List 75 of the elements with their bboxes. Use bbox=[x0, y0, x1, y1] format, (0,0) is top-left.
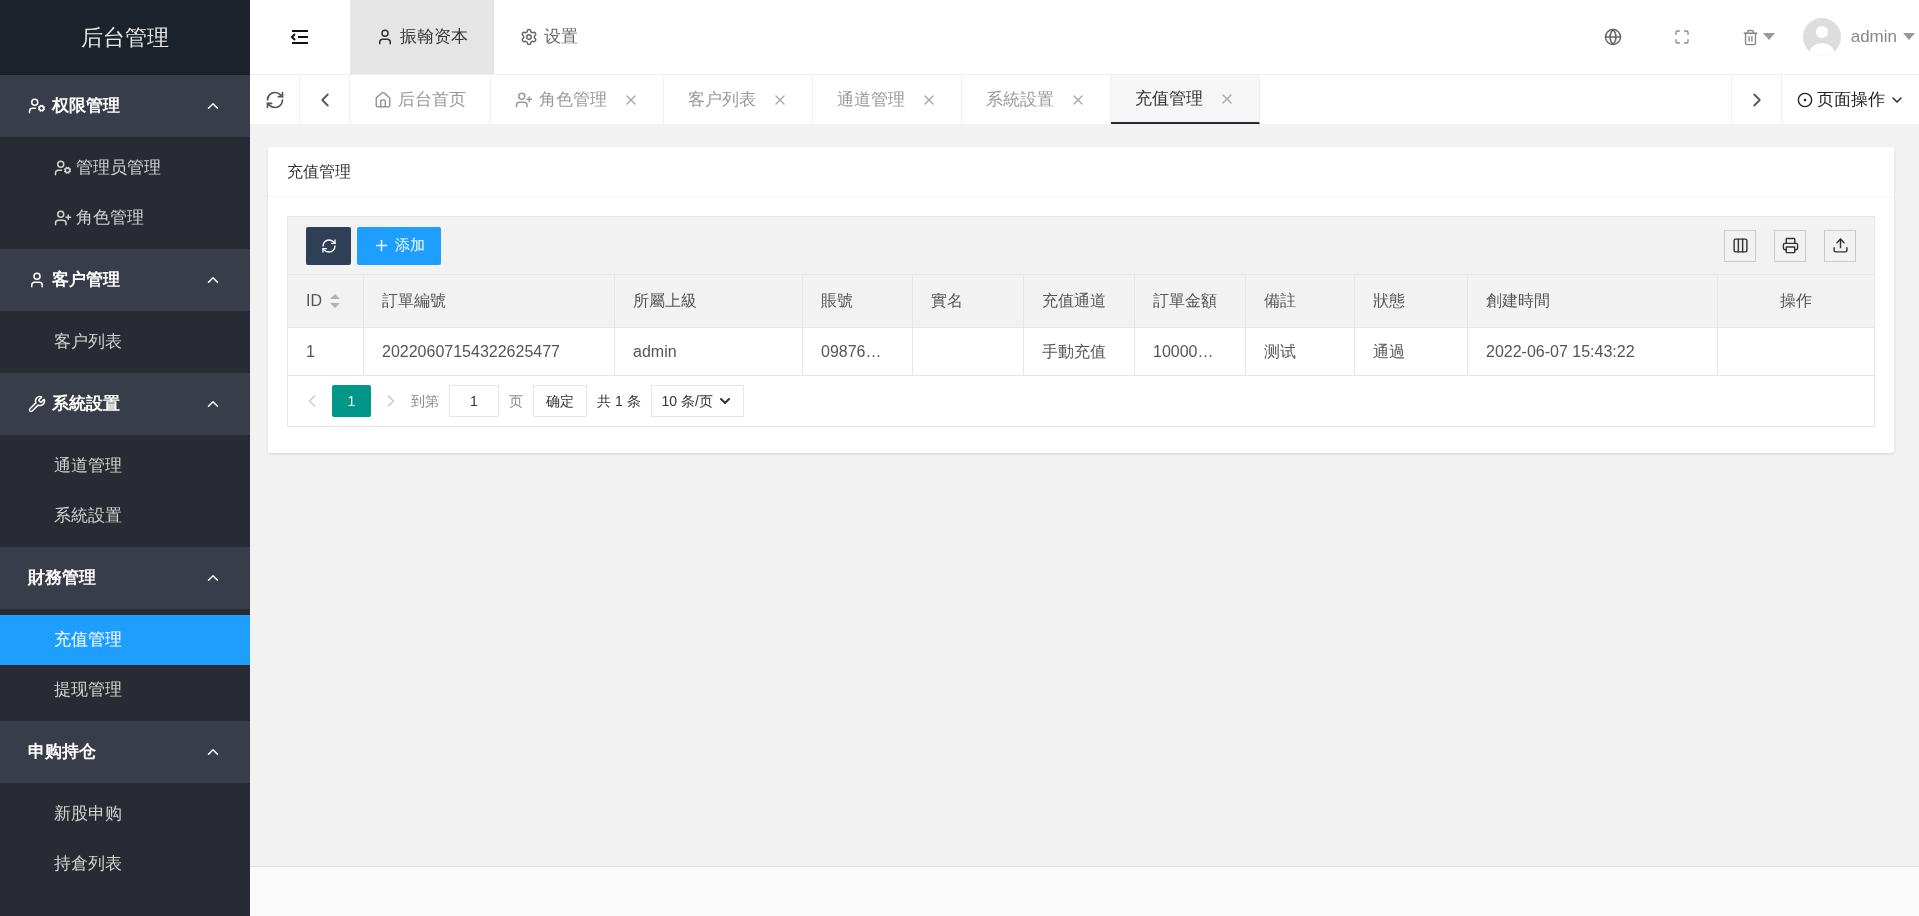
page-input[interactable]: 1 bbox=[449, 385, 499, 417]
page-unit: 页 bbox=[509, 391, 523, 411]
table-cell: admin bbox=[615, 328, 803, 375]
refresh-icon bbox=[320, 237, 337, 254]
column-header: 操作 bbox=[1779, 291, 1813, 311]
print-button[interactable] bbox=[1774, 229, 1806, 262]
globe-icon[interactable] bbox=[1603, 28, 1622, 46]
page-number[interactable]: 1 bbox=[332, 385, 371, 417]
radio-dot-icon bbox=[1796, 91, 1813, 108]
sidebar-group[interactable]: 系統設置 bbox=[0, 373, 250, 435]
columns-icon bbox=[1731, 237, 1749, 254]
caret-icon bbox=[1903, 33, 1915, 41]
table-cell: 09876… bbox=[803, 328, 913, 375]
sidebar-item[interactable]: 系統設置 bbox=[0, 491, 250, 541]
printer-icon bbox=[1781, 237, 1799, 254]
card-title: 充值管理 bbox=[268, 147, 1894, 197]
sidebar-group[interactable]: 申购持仓 bbox=[0, 721, 250, 783]
avatar[interactable] bbox=[1802, 18, 1841, 56]
header-nav-item[interactable]: 振翰资本 bbox=[350, 0, 494, 74]
column-header: ID bbox=[288, 275, 364, 327]
table-cell: 1 bbox=[288, 328, 364, 375]
column-header: 賬號 bbox=[803, 275, 913, 327]
confirm-button[interactable]: 确定 bbox=[533, 385, 587, 417]
user-icon bbox=[376, 28, 394, 46]
columns-button[interactable] bbox=[1724, 229, 1756, 262]
home-icon bbox=[374, 90, 392, 109]
table-cell: 测试 bbox=[1246, 328, 1355, 375]
header-nav-item[interactable]: 设置 bbox=[494, 0, 604, 74]
export-button[interactable] bbox=[1824, 229, 1856, 262]
refresh-button[interactable] bbox=[306, 226, 351, 265]
sidebar-item[interactable]: 管理员管理 bbox=[0, 143, 250, 193]
plus-icon bbox=[373, 237, 390, 254]
column-header: 備註 bbox=[1246, 275, 1355, 327]
column-header: 所屬上級 bbox=[615, 275, 803, 327]
column-header: 訂單編號 bbox=[364, 275, 615, 327]
table-cell: 2022-06-07 15:43:22 bbox=[1468, 328, 1718, 375]
sidebar-item[interactable]: 持倉列表 bbox=[0, 839, 250, 889]
total-count: 共 1 条 bbox=[597, 391, 641, 411]
sidebar-item[interactable]: 客户列表 bbox=[0, 317, 250, 367]
column-header: 實名 bbox=[913, 275, 1024, 327]
page-size-select[interactable]: 10 条/页 bbox=[650, 385, 744, 417]
collapse-menu-icon bbox=[290, 29, 310, 45]
column-header: 創建時間 bbox=[1468, 275, 1718, 327]
goto-label: 到第 bbox=[411, 391, 439, 411]
sort-icon[interactable] bbox=[330, 294, 340, 308]
sidebar-item[interactable]: 通道管理 bbox=[0, 441, 250, 491]
column-header: 充值通道 bbox=[1024, 275, 1135, 327]
wrench-icon bbox=[28, 395, 46, 413]
table-cell: 10000… bbox=[1135, 328, 1246, 375]
upload-icon bbox=[1831, 237, 1849, 254]
table-cell: 手動充值 bbox=[1024, 328, 1135, 375]
user-gear-icon bbox=[28, 97, 46, 115]
refresh-icon bbox=[264, 89, 285, 110]
app-title: 后台管理 bbox=[0, 0, 250, 75]
table-cell: 20220607154322625477 bbox=[364, 328, 615, 375]
user-plus-icon bbox=[54, 209, 72, 227]
table-cell: 通過 bbox=[1355, 328, 1468, 375]
column-header: 訂單金額 bbox=[1135, 275, 1246, 327]
settings-icon bbox=[520, 28, 538, 46]
trash-icon[interactable] bbox=[1741, 28, 1759, 46]
caret-icon bbox=[1762, 33, 1775, 41]
page-tab[interactable]: 充值管理 bbox=[1111, 75, 1260, 124]
sidebar-item[interactable]: 新股申购 bbox=[0, 789, 250, 839]
fullscreen-icon[interactable] bbox=[1673, 29, 1690, 45]
sidebar-item[interactable]: 角色管理 bbox=[0, 193, 250, 243]
user-icon bbox=[28, 271, 46, 289]
sidebar-item[interactable]: 提现管理 bbox=[0, 665, 250, 715]
page-actions-button[interactable]: 页面操作 bbox=[1781, 75, 1919, 124]
sidebar-group[interactable]: 財務管理 bbox=[0, 547, 250, 609]
sidebar-group[interactable]: 客户管理 bbox=[0, 249, 250, 311]
column-header: 狀態 bbox=[1355, 275, 1468, 327]
sidebar-group[interactable]: 权限管理 bbox=[0, 75, 250, 137]
user-gear-icon bbox=[54, 159, 72, 177]
user-name[interactable]: admin bbox=[1850, 24, 1897, 50]
user-plus-icon bbox=[515, 90, 533, 109]
